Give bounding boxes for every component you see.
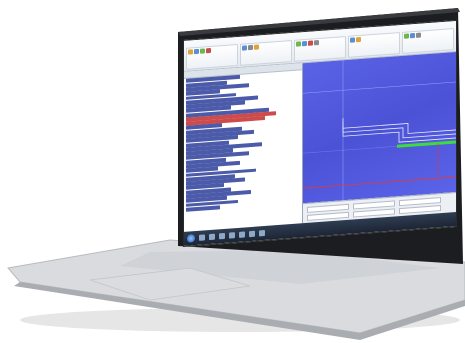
folder-icon[interactable] bbox=[199, 234, 205, 241]
centerline bbox=[303, 176, 456, 189]
ribbon-group bbox=[240, 39, 292, 66]
app-icon[interactable] bbox=[219, 232, 225, 240]
grid-line bbox=[303, 81, 456, 94]
toolpath-pass bbox=[342, 118, 456, 134]
ribbon-group bbox=[348, 32, 400, 58]
media-icon[interactable] bbox=[229, 232, 235, 239]
ribbon-icon[interactable] bbox=[188, 49, 193, 55]
toolpath-pass bbox=[342, 122, 456, 139]
laptop-photo bbox=[0, 0, 465, 343]
ribbon-group bbox=[294, 36, 346, 62]
ribbon-icon[interactable] bbox=[206, 47, 211, 54]
toolpath-active bbox=[397, 140, 456, 148]
ribbon-icon[interactable] bbox=[410, 32, 415, 39]
app-icon[interactable] bbox=[249, 230, 255, 238]
ribbon-icon[interactable] bbox=[356, 36, 361, 43]
ribbon-group bbox=[186, 43, 238, 70]
ribbon-icon[interactable] bbox=[296, 41, 301, 47]
ribbon-icon[interactable] bbox=[242, 45, 247, 51]
screen-content bbox=[183, 19, 457, 248]
toolpath-drawing bbox=[303, 60, 456, 201]
ribbon-icon[interactable] bbox=[302, 40, 307, 47]
ribbon-icon[interactable] bbox=[416, 32, 421, 38]
nc-code-editor[interactable] bbox=[184, 63, 303, 232]
ribbon-tabs bbox=[188, 40, 210, 42]
ribbon-icon[interactable] bbox=[248, 44, 253, 51]
ribbon-icon[interactable] bbox=[200, 48, 205, 54]
ribbon-icon[interactable] bbox=[350, 37, 355, 43]
app-icon[interactable] bbox=[209, 233, 215, 241]
simulation-viewport[interactable] bbox=[303, 51, 456, 204]
app-icon[interactable] bbox=[259, 229, 265, 237]
ribbon-icon[interactable] bbox=[254, 44, 259, 50]
ribbon-icon[interactable] bbox=[194, 48, 199, 55]
code-lines bbox=[184, 71, 302, 212]
ribbon-icon[interactable] bbox=[314, 40, 319, 46]
ribbon-icon[interactable] bbox=[308, 40, 313, 46]
app-icon[interactable] bbox=[239, 231, 245, 238]
windows-start-icon[interactable] bbox=[187, 234, 195, 243]
ribbon-group bbox=[402, 28, 454, 54]
ribbon-icon[interactable] bbox=[404, 33, 409, 39]
